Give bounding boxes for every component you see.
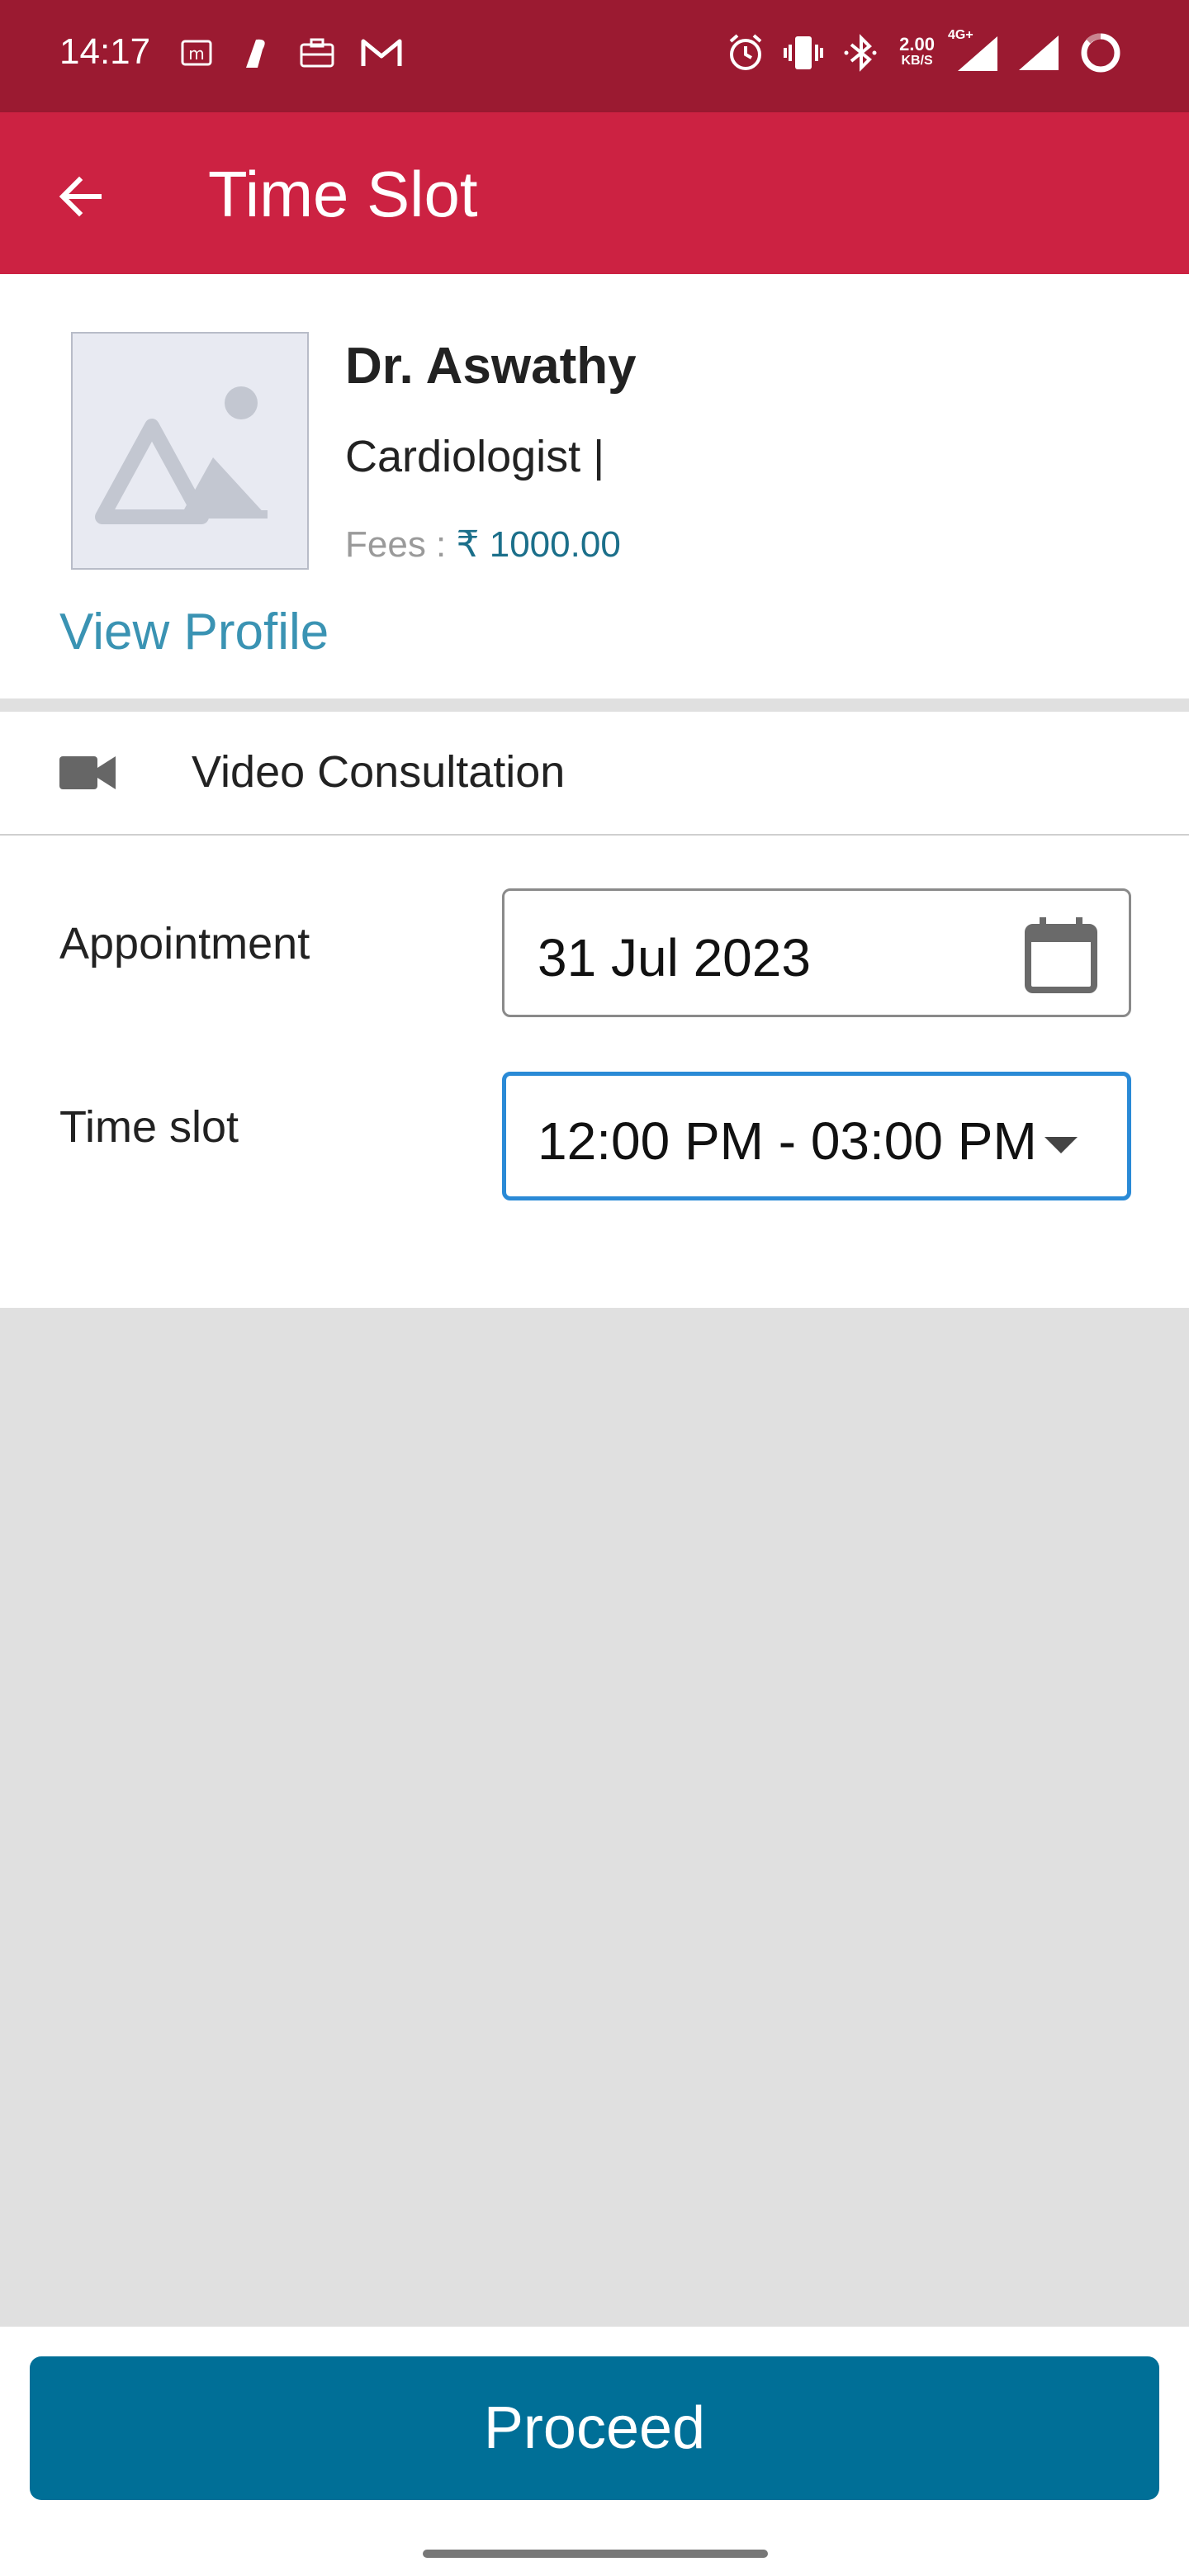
notification-icons: m bbox=[180, 31, 403, 74]
net-speed-value: 2.00 bbox=[899, 34, 935, 54]
fees-label: Fees : bbox=[345, 524, 447, 565]
appointment-form: Appointment 31 Jul 2023 Time slot 12:00 … bbox=[0, 836, 1189, 1308]
m-app-icon: m bbox=[181, 40, 212, 66]
dropdown-arrow-icon bbox=[1045, 1137, 1078, 1153]
signal-icon bbox=[958, 36, 997, 71]
signal-4g: 4G+ bbox=[948, 28, 999, 73]
consultation-type-label: Video Consultation bbox=[192, 747, 566, 797]
doctor-photo bbox=[71, 332, 309, 570]
battery-ring-icon bbox=[1081, 33, 1120, 73]
system-icons: 2.00 KB/S 4G+ bbox=[726, 28, 1123, 76]
svg-text:m: m bbox=[188, 44, 204, 64]
time-slot-value: 12:00 PM - 03:00 PM bbox=[538, 1111, 1037, 1171]
doctor-name: Dr. Aswathy bbox=[345, 338, 637, 395]
view-profile-link[interactable]: View Profile bbox=[59, 603, 329, 661]
appointment-date-value: 31 Jul 2023 bbox=[538, 928, 811, 987]
signal-icon bbox=[1019, 36, 1059, 70]
consultation-type-row: Video Consultation bbox=[0, 712, 1189, 836]
time-slot-label: Time slot bbox=[59, 1102, 239, 1152]
gmail-icon bbox=[361, 39, 402, 66]
page-title: Time Slot bbox=[208, 158, 478, 230]
fees-value: ₹ 1000.00 bbox=[456, 524, 621, 565]
net-speed-unit: KB/S bbox=[901, 54, 933, 68]
status-time: 14:17 bbox=[59, 31, 151, 72]
proceed-button[interactable]: Proceed bbox=[30, 2356, 1159, 2500]
appointment-date-field[interactable]: 31 Jul 2023 bbox=[502, 888, 1131, 1017]
net-speed: 2.00 KB/S bbox=[899, 36, 935, 69]
doctor-fees: Fees : ₹ 1000.00 bbox=[345, 523, 621, 566]
app-bar: Time Slot bbox=[0, 112, 1189, 274]
video-camera-icon bbox=[59, 756, 116, 789]
calendar-icon[interactable] bbox=[1023, 916, 1099, 995]
arrow-left-icon bbox=[59, 176, 102, 217]
status-bar: 14:17 m 2.00 KB/S 4G+ bbox=[0, 0, 1189, 112]
doctor-specialty: Cardiologist | bbox=[345, 432, 605, 481]
bluetooth-icon bbox=[844, 34, 877, 72]
bottom-bar: Proceed bbox=[0, 2327, 1189, 2576]
briefcase-icon bbox=[300, 38, 334, 68]
image-placeholder-icon bbox=[95, 386, 268, 524]
doctor-card: Dr. Aswathy Cardiologist | Fees : ₹ 1000… bbox=[0, 274, 1189, 698]
appointment-label: Appointment bbox=[59, 919, 310, 968]
vibrate-icon bbox=[784, 36, 824, 69]
brand-i-icon bbox=[246, 39, 265, 68]
back-button[interactable] bbox=[45, 160, 117, 233]
alarm-icon bbox=[729, 34, 762, 70]
time-slot-dropdown[interactable]: 12:00 PM - 03:00 PM bbox=[502, 1072, 1131, 1200]
home-indicator[interactable] bbox=[423, 2550, 768, 2558]
